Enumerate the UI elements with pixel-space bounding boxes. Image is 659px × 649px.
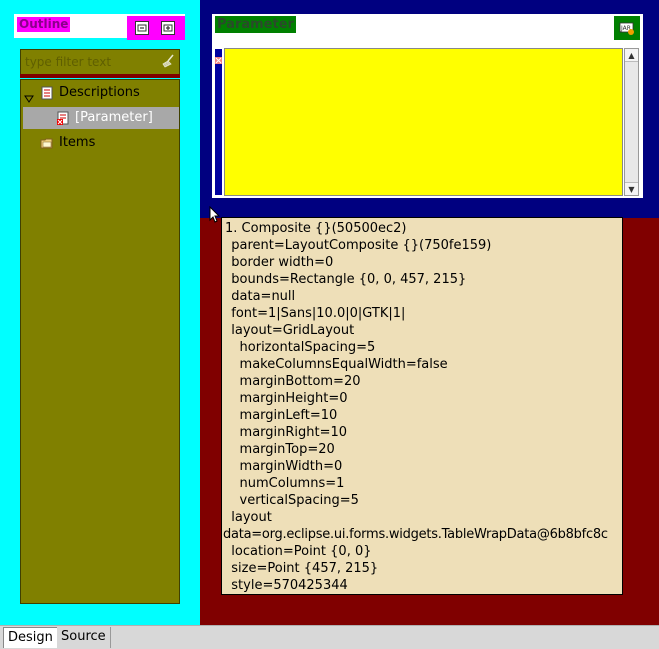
outline-panel: Outline Descriptions: [0, 0, 200, 625]
tooltip-line: bounds=Rectangle {0, 0, 457, 215}: [223, 272, 467, 287]
tree-item-parameter[interactable]: [Parameter]: [23, 107, 179, 129]
tab-design[interactable]: Design: [3, 627, 58, 648]
tooltip-line: style=570425344: [223, 578, 348, 593]
tree-item-items[interactable]: Items: [21, 132, 179, 154]
outline-header: Outline: [14, 14, 185, 40]
editor-tab-bar: Design Source: [0, 625, 659, 649]
widget-info-tooltip: 1. Composite {}(50500ec2) parent=LayoutC…: [221, 217, 623, 595]
error-marker-icon: [215, 53, 222, 68]
tooltip-line: layout=GridLayout: [223, 323, 355, 338]
tooltip-line: size=Point {457, 215}: [223, 561, 379, 576]
clear-filter-icon[interactable]: [160, 53, 176, 73]
tree-item-label: [Parameter]: [75, 110, 153, 125]
tooltip-line: parent=LayoutComposite {}(750fe159): [223, 238, 492, 253]
tooltip-line: 1. Composite {}(50500ec2): [225, 221, 407, 236]
tooltip-line: location=Point {0, 0}: [223, 544, 372, 559]
folder-icon: [40, 136, 54, 150]
filter-input[interactable]: [25, 54, 155, 70]
outline-title: Outline: [17, 17, 71, 32]
tree-item-label: Descriptions: [59, 85, 140, 100]
tooltip-line: marginTop=20: [223, 442, 335, 457]
tree-item-label: Items: [59, 135, 96, 150]
tooltip-line: marginBottom=20: [223, 374, 361, 389]
parameter-section: Parameter JAR ▲ ▼: [200, 0, 659, 218]
mouse-pointer-icon: [209, 205, 221, 228]
parameter-body: ▲ ▼: [212, 46, 643, 198]
parameter-content[interactable]: [224, 48, 623, 196]
tooltip-line: numColumns=1: [223, 476, 345, 491]
tooltip-line: makeColumnsEqualWidth=false: [223, 357, 448, 372]
filter-field: [20, 49, 180, 75]
outline-toolbar: [127, 16, 185, 40]
java-class-icon: JAR: [619, 20, 635, 40]
outline-tree: Descriptions [Parameter] Items: [20, 79, 180, 604]
tooltip-line: verticalSpacing=5: [223, 493, 359, 508]
tooltip-line: marginRight=10: [223, 425, 348, 440]
tooltip-line: data=org.eclipse.ui.forms.widgets.TableW…: [223, 527, 608, 542]
properties-icon: [40, 86, 54, 100]
properties-error-icon: [56, 111, 70, 125]
tab-source[interactable]: Source: [57, 627, 111, 648]
vertical-scrollbar[interactable]: ▲ ▼: [624, 48, 639, 196]
parameter-header: Parameter JAR: [212, 14, 643, 46]
java-class-button[interactable]: JAR: [614, 16, 640, 40]
tooltip-line: marginWidth=0: [223, 459, 343, 474]
collapse-all-icon[interactable]: [135, 21, 149, 35]
tooltip-line: font=1|Sans|10.0|0|GTK|1|: [223, 306, 406, 321]
tooltip-line: border width=0: [223, 255, 334, 270]
expand-all-icon[interactable]: [161, 21, 175, 35]
tooltip-line: horizontalSpacing=5: [223, 340, 376, 355]
scroll-up-icon[interactable]: ▲: [625, 49, 638, 62]
tree-item-descriptions[interactable]: Descriptions: [21, 82, 179, 104]
tooltip-line: marginLeft=10: [223, 408, 338, 423]
scroll-down-icon[interactable]: ▼: [625, 182, 638, 195]
filter-underline: [20, 74, 180, 78]
tooltip-line: data=null: [223, 289, 296, 304]
parameter-gutter: [215, 49, 222, 195]
parameter-title: Parameter: [215, 16, 296, 33]
tooltip-line: layout: [223, 510, 272, 525]
tooltip-line: marginHeight=0: [223, 391, 348, 406]
